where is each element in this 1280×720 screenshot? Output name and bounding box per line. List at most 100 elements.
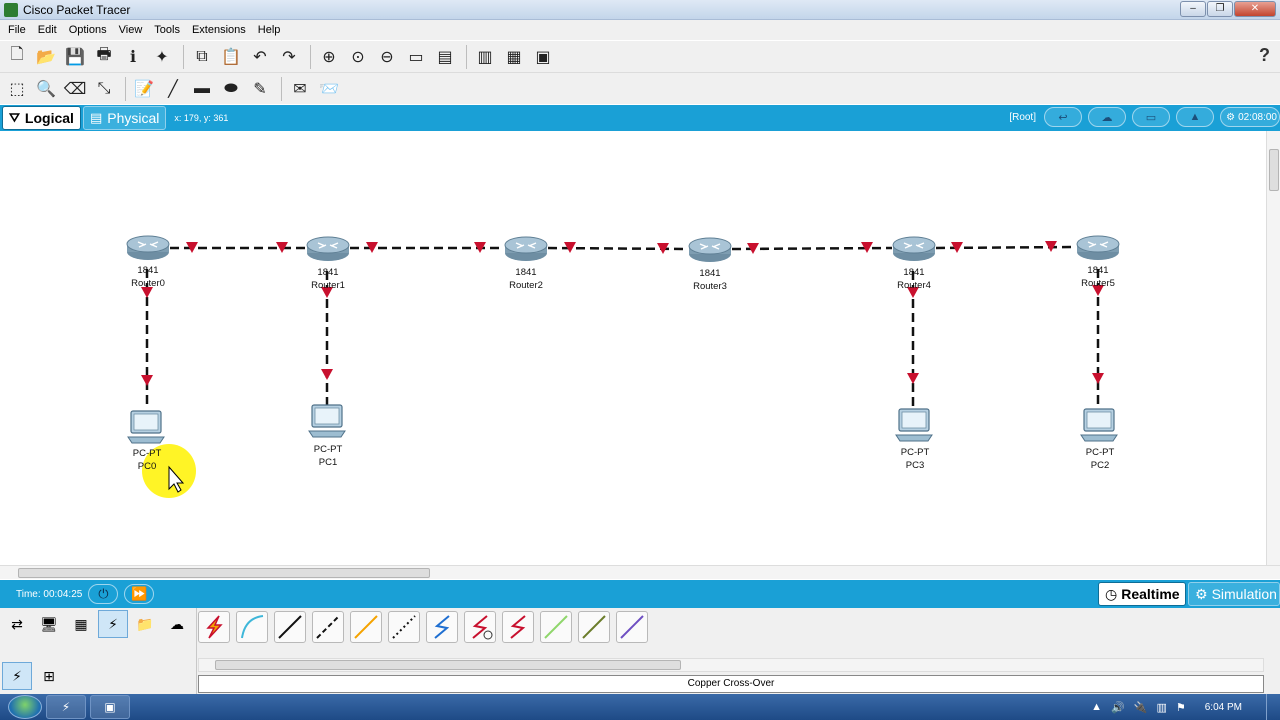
- end-devices-icon[interactable]: 🖥: [34, 610, 64, 638]
- ellipse-icon[interactable]: ⬬: [218, 76, 244, 102]
- canvas-horizontal-scrollbar[interactable]: [0, 565, 1280, 579]
- zoom-out-icon[interactable]: ⊖: [374, 44, 400, 70]
- fast-forward-button[interactable]: ⏩: [124, 584, 155, 604]
- minimize-button[interactable]: –: [1180, 1, 1206, 17]
- usb-cable-icon[interactable]: [616, 611, 648, 643]
- router-icon[interactable]: [892, 236, 936, 262]
- redo-icon[interactable]: ↷: [276, 44, 302, 70]
- show-desktop-button[interactable]: [1266, 694, 1280, 720]
- save-icon[interactable]: 💾: [62, 44, 88, 70]
- scrollbar-thumb[interactable]: [1269, 149, 1279, 191]
- volume-icon[interactable]: 🔊: [1111, 701, 1125, 714]
- copper-cross-over-icon[interactable]: [312, 611, 344, 643]
- pc-icon[interactable]: [1080, 408, 1118, 442]
- canvas-vertical-scrollbar[interactable]: [1266, 131, 1280, 565]
- menu-extensions[interactable]: Extensions: [186, 20, 252, 40]
- palette-horizontal-scrollbar[interactable]: [198, 658, 1264, 672]
- action-center-flag-icon[interactable]: ⚑: [1176, 701, 1186, 714]
- serial-dte-cable-icon[interactable]: [502, 611, 534, 643]
- viewport-button[interactable]: ▭: [1132, 107, 1170, 127]
- network-icon[interactable]: ▥: [1156, 701, 1166, 714]
- iot-custom-cable-icon[interactable]: [578, 611, 610, 643]
- structured-cabling-icon[interactable]: ⊞: [34, 662, 64, 690]
- zoom-reset-icon[interactable]: ⊙: [345, 44, 371, 70]
- phone-cable-icon[interactable]: [388, 611, 420, 643]
- router-icon[interactable]: [126, 235, 170, 261]
- rectangle-icon[interactable]: ▬: [189, 76, 215, 102]
- close-button[interactable]: ✕: [1234, 1, 1276, 17]
- network-devices-icon[interactable]: ⇄: [2, 610, 32, 638]
- paste-icon[interactable]: 📋: [218, 44, 244, 70]
- maximize-button[interactable]: ❐: [1207, 1, 1233, 17]
- tab-simulation[interactable]: ⚙ Simulation: [1188, 582, 1280, 606]
- inspect-icon[interactable]: 🔍: [33, 76, 59, 102]
- taskbar-packet-tracer-icon[interactable]: ⚡: [46, 695, 86, 719]
- menu-file[interactable]: File: [2, 20, 32, 40]
- wizard-icon[interactable]: ✦: [149, 44, 175, 70]
- menu-edit[interactable]: Edit: [32, 20, 63, 40]
- simple-pdu-icon[interactable]: ✉: [287, 76, 313, 102]
- resize-icon[interactable]: ⤡: [91, 76, 117, 102]
- copper-straight-through-icon[interactable]: [274, 611, 306, 643]
- scrollbar-thumb[interactable]: [18, 568, 430, 578]
- new-icon[interactable]: 🗋: [4, 44, 30, 70]
- environment-button[interactable]: ▲: [1176, 107, 1214, 127]
- freeform-icon[interactable]: ✎: [247, 76, 273, 102]
- fiber-cable-icon[interactable]: [350, 611, 382, 643]
- pc2-label: PC-PT PC2: [1070, 446, 1130, 472]
- drawing-palette-icon[interactable]: ▭: [403, 44, 429, 70]
- taskbar-clock[interactable]: 6:04 PM: [1205, 702, 1242, 713]
- power-cycle-devices-button[interactable]: ⏻: [88, 584, 119, 604]
- router-icon[interactable]: [1076, 235, 1120, 261]
- delete-icon[interactable]: ⌫: [62, 76, 88, 102]
- octal-cable-icon[interactable]: [540, 611, 572, 643]
- note-icon[interactable]: 📝: [131, 76, 157, 102]
- logical-workspace-canvas[interactable]: 1841 Router0 1841 Router1 1841 Router2 1…: [0, 131, 1266, 565]
- coaxial-cable-icon[interactable]: [426, 611, 458, 643]
- automatic-cable-icon[interactable]: [198, 611, 230, 643]
- back-button[interactable]: ↩: [1044, 107, 1082, 127]
- pc-icon[interactable]: [308, 404, 346, 438]
- scrollbar-thumb[interactable]: [215, 660, 681, 670]
- zoom-in-icon[interactable]: ⊕: [316, 44, 342, 70]
- open-icon[interactable]: 📂: [33, 44, 59, 70]
- undo-icon[interactable]: ↶: [247, 44, 273, 70]
- tab-logical[interactable]: ⛛ Logical: [2, 106, 81, 130]
- taskbar-explorer-icon[interactable]: ▣: [90, 695, 130, 719]
- print-icon[interactable]: 🖶: [91, 44, 117, 70]
- serial-dce-cable-icon[interactable]: [464, 611, 496, 643]
- router-icon[interactable]: [306, 236, 350, 262]
- power-plug-icon[interactable]: 🔌: [1134, 701, 1148, 714]
- tray-expand-icon[interactable]: ▲: [1091, 701, 1102, 713]
- pc-icon[interactable]: [127, 410, 165, 444]
- root-breadcrumb[interactable]: [Root]: [1009, 112, 1036, 123]
- pdu-list-icon[interactable]: ▥: [472, 44, 498, 70]
- cluster-button[interactable]: ☁: [1088, 107, 1126, 127]
- info-icon[interactable]: ℹ: [120, 44, 146, 70]
- miscellaneous-icon[interactable]: 📁: [130, 610, 160, 638]
- complex-pdu-icon[interactable]: 📨: [316, 76, 342, 102]
- menu-view[interactable]: View: [113, 20, 149, 40]
- connections-subcategory-icon[interactable]: ⚡: [2, 662, 32, 690]
- start-button[interactable]: [8, 695, 42, 719]
- clock-button[interactable]: ⚙ 02:08:00: [1220, 107, 1280, 127]
- connections-icon[interactable]: ⚡: [98, 610, 128, 638]
- line-draw-icon[interactable]: ╱: [160, 76, 186, 102]
- copy-icon[interactable]: ⧉: [189, 44, 215, 70]
- console-cable-icon[interactable]: [236, 611, 268, 643]
- router-icon[interactable]: [504, 236, 548, 262]
- viewport-icon[interactable]: ▦: [501, 44, 527, 70]
- tab-physical[interactable]: ▤ Physical: [82, 106, 167, 130]
- screenshot-icon[interactable]: ▣: [530, 44, 556, 70]
- menu-help[interactable]: Help: [252, 20, 287, 40]
- custom-device-icon[interactable]: ▤: [432, 44, 458, 70]
- components-icon[interactable]: ▦: [66, 610, 96, 638]
- select-icon[interactable]: ⬚: [4, 76, 30, 102]
- multiuser-icon[interactable]: ☁: [162, 610, 192, 638]
- tab-realtime[interactable]: ◷ Realtime: [1098, 582, 1186, 606]
- menu-tools[interactable]: Tools: [148, 20, 186, 40]
- menu-options[interactable]: Options: [63, 20, 113, 40]
- pc-icon[interactable]: [895, 408, 933, 442]
- help-icon[interactable]: ?: [1259, 45, 1270, 66]
- router-icon[interactable]: [688, 237, 732, 263]
